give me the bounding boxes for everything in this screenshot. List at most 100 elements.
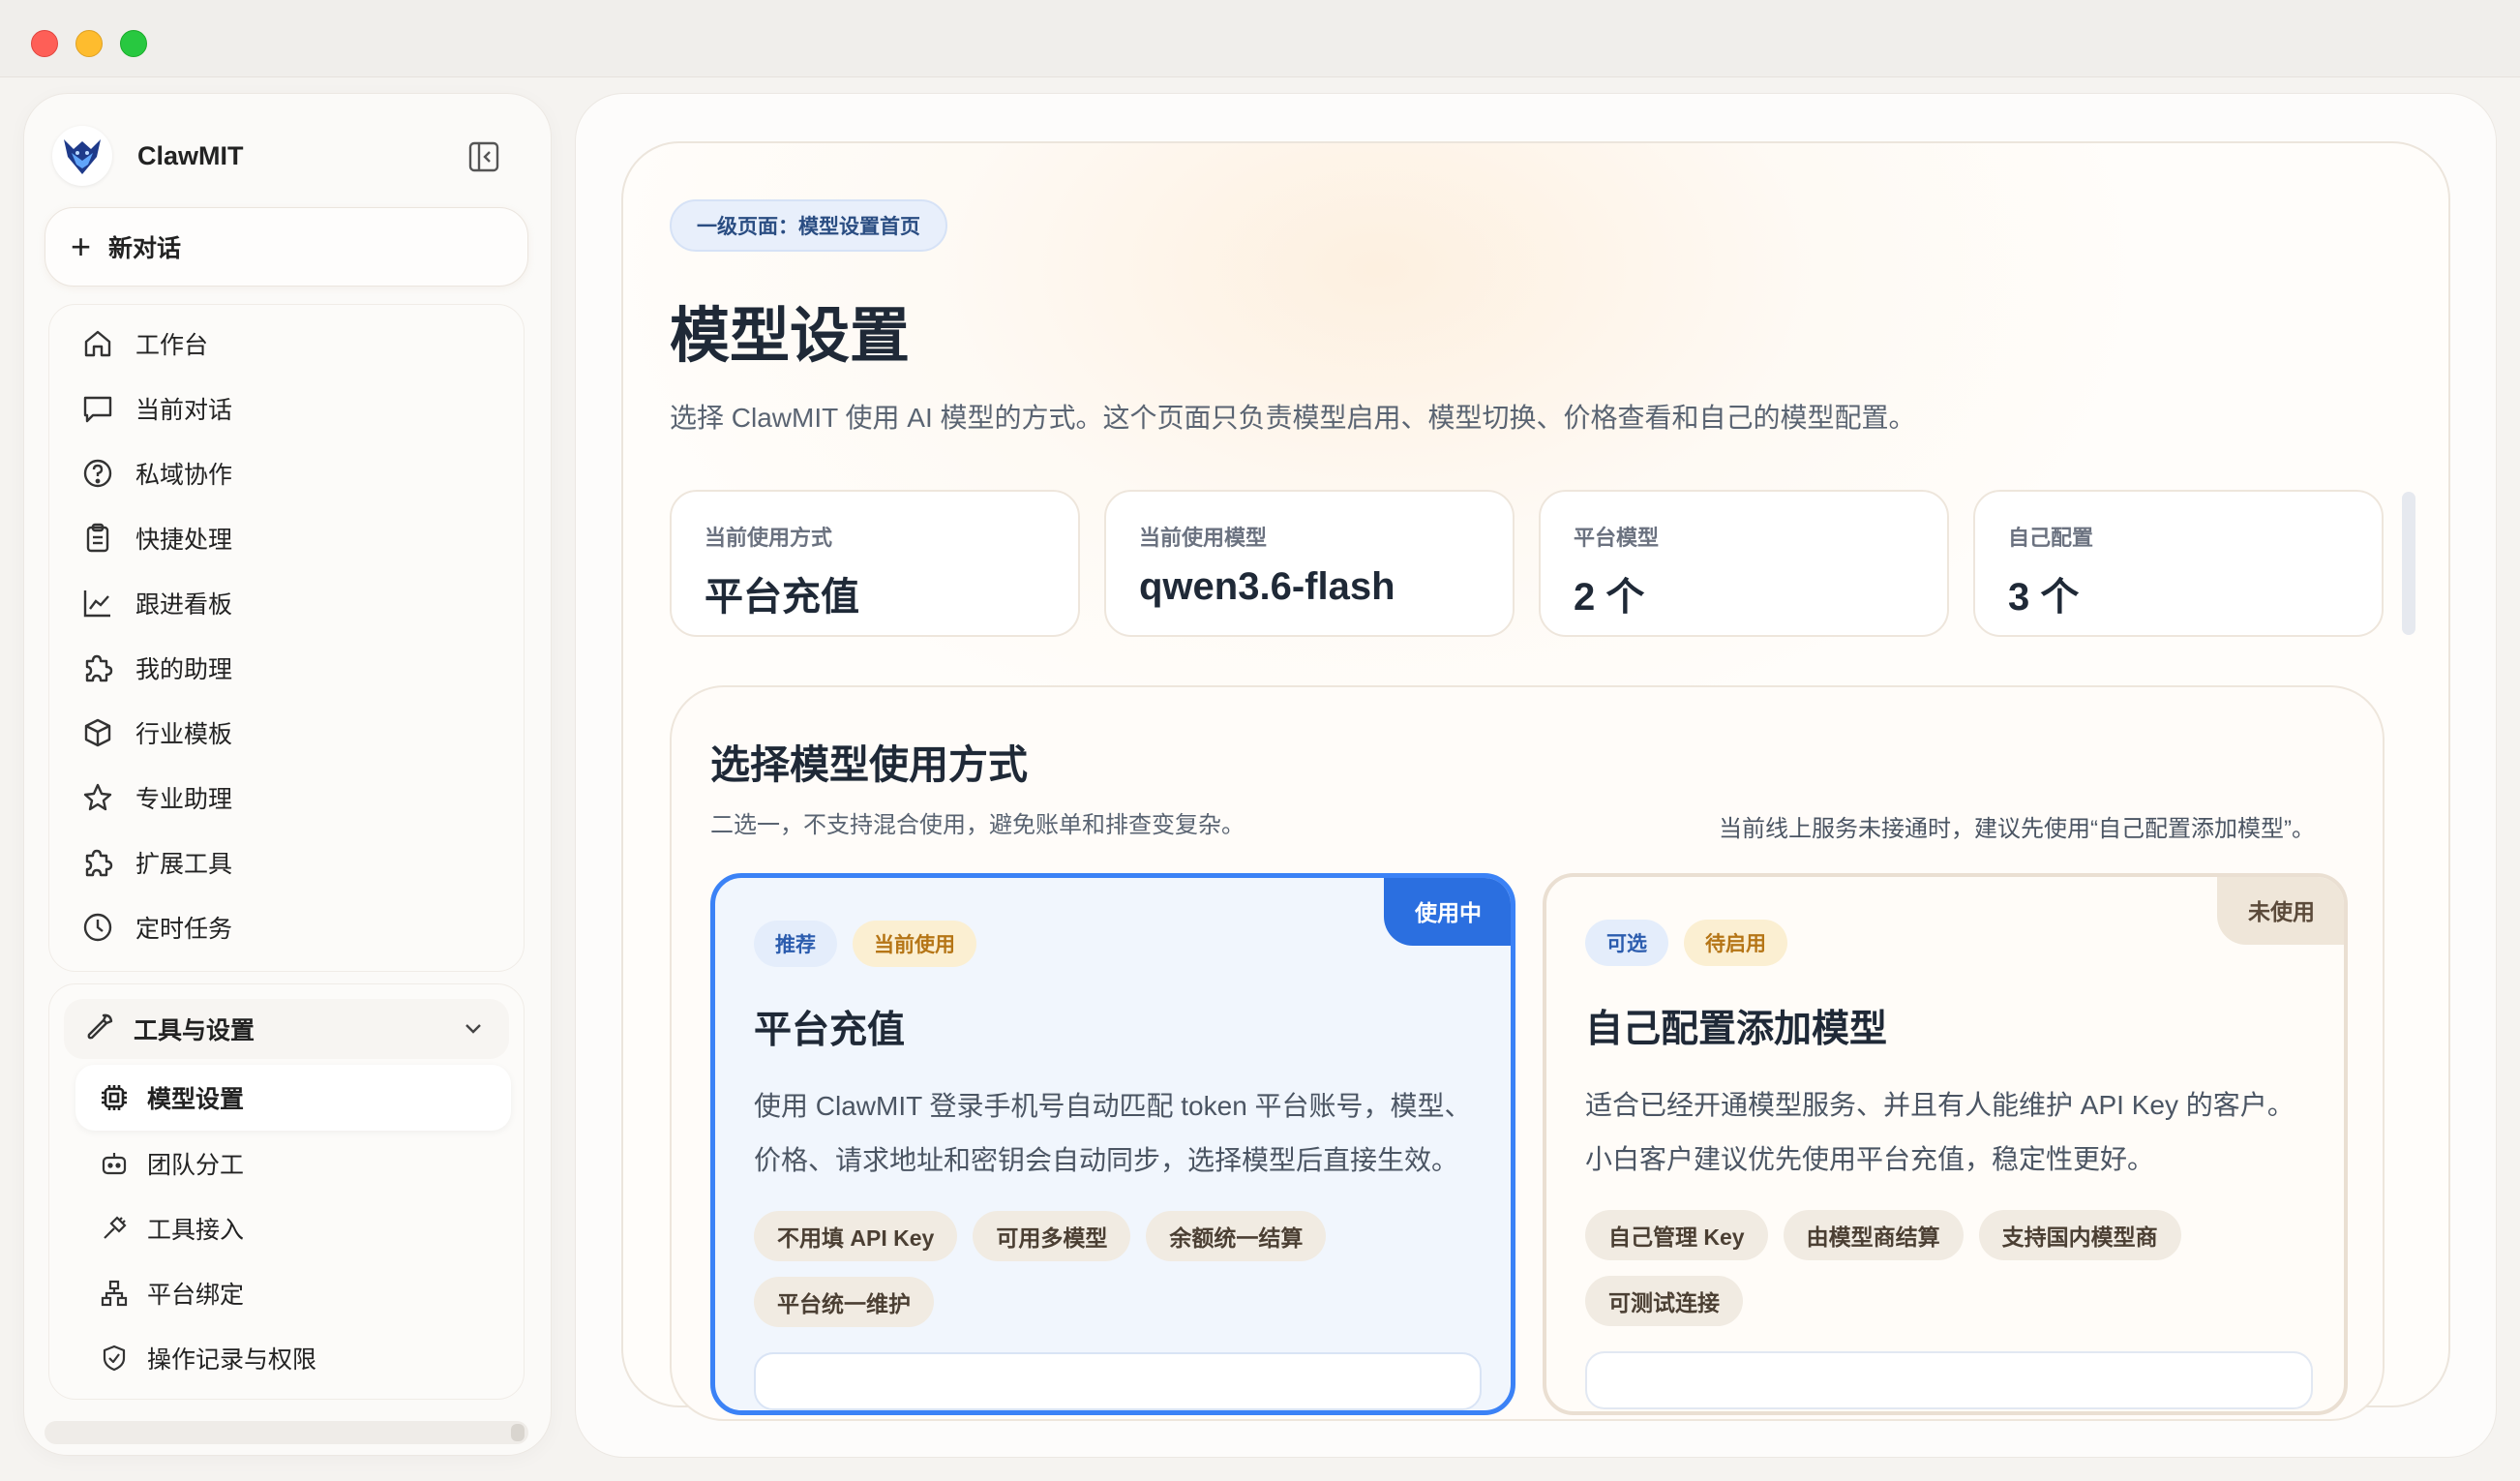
feature-chip: 可测试连接: [1585, 1276, 1743, 1326]
scrollbar-thumb[interactable]: [511, 1424, 525, 1441]
sidebar-item-my-assistant[interactable]: 我的助理: [79, 645, 232, 691]
sidebar-item-pro-assistant[interactable]: 专业助理: [79, 774, 232, 821]
sidebar-item-label: 操作记录与权限: [147, 1346, 317, 1374]
content-scrollbar[interactable]: [2402, 492, 2415, 635]
section-note: 当前线上服务未接通时，建议先使用“自己配置添加模型”。: [1719, 816, 2315, 842]
card-title: 自己配置添加模型: [1585, 1009, 1888, 1050]
card-inner-panel: [1585, 1351, 2313, 1409]
sidebar-item-platform-binding[interactable]: 平台绑定: [97, 1270, 244, 1316]
sidebar-item-private-collab[interactable]: 私域协作: [79, 450, 232, 497]
chevron-down-icon: [459, 1014, 488, 1048]
stat-value: qwen3.6-flash: [1139, 565, 1395, 608]
sidebar-item-label: 工作台: [135, 332, 209, 359]
tools-settings-toggle[interactable]: 工具与设置: [64, 999, 509, 1059]
sidebar-item-scheduled-tasks[interactable]: 定时任务: [79, 904, 232, 951]
sidebar-item-label: 跟进看板: [135, 591, 233, 619]
sidebar-item-current-chat[interactable]: 当前对话: [79, 385, 232, 432]
sidebar-item-workbench[interactable]: 工作台: [79, 320, 208, 367]
minimize-window-button[interactable]: [75, 30, 103, 57]
mode-card-platform-recharge[interactable]: 使用中 推荐 当前使用 平台充值 使用 ClawMIT 登录手机号自动匹配 to…: [710, 873, 1515, 1415]
feature-chip: 平台统一维护: [754, 1277, 934, 1327]
puzzle-icon: [79, 844, 116, 881]
stat-card-current-mode: 当前使用方式 平台充值: [670, 490, 1080, 637]
stat-label: 当前使用方式: [705, 526, 833, 550]
puzzle-icon: [79, 650, 116, 686]
stat-card-own-config: 自己配置 3 个: [1973, 490, 2384, 637]
chart-line-icon: [79, 585, 116, 621]
sidebar-item-label: 私域协作: [135, 462, 233, 489]
new-chat-label: 新对话: [108, 235, 182, 262]
sidebar-item-label: 平台绑定: [147, 1282, 245, 1309]
stat-card-platform-models: 平台模型 2 个: [1539, 490, 1949, 637]
app-name: ClawMIT: [137, 140, 244, 170]
feature-chip: 自己管理 Key: [1585, 1210, 1768, 1260]
page-level-tag: 一级页面：模型设置首页: [670, 199, 947, 252]
sidebar-item-quick-process[interactable]: 快捷处理: [79, 515, 232, 561]
stat-card-current-model: 当前使用模型 qwen3.6-flash: [1104, 490, 1515, 637]
feature-chip: 可用多模型: [973, 1211, 1131, 1261]
feature-chip: 支持国内模型商: [1978, 1210, 2181, 1260]
status-badge: 使用中: [1384, 878, 1511, 946]
sidebar-item-extension-tools[interactable]: 扩展工具: [79, 839, 232, 886]
stat-label: 平台模型: [1574, 526, 1660, 550]
clipboard-icon: [79, 520, 116, 557]
sidebar-item-label: 我的助理: [135, 656, 233, 683]
badge-optional: 可选: [1585, 920, 1668, 966]
badge-recommended: 推荐: [754, 921, 837, 967]
plus-icon: +: [71, 227, 92, 266]
sidebar-item-audit-permissions[interactable]: 操作记录与权限: [97, 1335, 316, 1381]
section-subtitle: 二选一，不支持混合使用，避免账单和排查变复杂。: [710, 812, 1245, 838]
sidebar-collapse-icon[interactable]: [466, 139, 501, 174]
bot-icon: [97, 1146, 132, 1181]
badge-current: 当前使用: [853, 921, 976, 967]
sidebar-item-label: 团队分工: [147, 1152, 245, 1179]
window-titlebar: [0, 0, 2520, 77]
section-title: 选择模型使用方式: [710, 742, 1028, 787]
stat-value: 2 个: [1574, 576, 1645, 619]
sidebar-item-industry-template[interactable]: 行业模板: [79, 710, 232, 756]
wrench-icon: [83, 1011, 116, 1048]
star-icon: [79, 779, 116, 816]
status-badge: 未使用: [2217, 877, 2344, 945]
sidebar-item-tool-access[interactable]: 工具接入: [97, 1205, 244, 1252]
tools-settings-label: 工具与设置: [134, 1017, 255, 1044]
sidebar-item-label: 定时任务: [135, 916, 233, 943]
badge-pending: 待启用: [1684, 920, 1787, 966]
page-description: 选择 ClawMIT 使用 AI 模型的方式。这个页面只负责模型启用、模型切换、…: [670, 403, 1916, 433]
shield-icon: [97, 1341, 132, 1375]
card-title: 平台充值: [754, 1010, 906, 1051]
chip-icon: [97, 1080, 132, 1115]
card-description: 适合已经开通模型服务、并且有人能维护 API Key 的客户。小白客户建议优先使…: [1585, 1090, 2295, 1174]
plug-icon: [97, 1211, 132, 1246]
feature-chip: 不用填 API Key: [754, 1211, 958, 1261]
network-icon: [97, 1276, 132, 1311]
sidebar-scrollbar[interactable]: [45, 1421, 528, 1444]
clock-icon: [79, 909, 116, 946]
sidebar-item-label: 行业模板: [135, 721, 233, 748]
sidebar-item-team-division[interactable]: 团队分工: [97, 1140, 244, 1187]
new-chat-button[interactable]: + 新对话: [45, 207, 528, 287]
app-logo-icon: [52, 126, 112, 186]
stat-value: 3 个: [2008, 576, 2080, 619]
mode-card-own-config[interactable]: 未使用 可选 待启用 自己配置添加模型 适合已经开通模型服务、并且有人能维护 A…: [1543, 873, 2348, 1415]
sidebar-item-followup-board[interactable]: 跟进看板: [79, 580, 232, 626]
home-icon: [79, 325, 116, 362]
card-inner-panel: [754, 1352, 1482, 1410]
brand[interactable]: ClawMIT: [52, 126, 244, 186]
sidebar-item-label: 工具接入: [147, 1217, 245, 1244]
sidebar-item-label: 模型设置: [147, 1086, 245, 1113]
zoom-window-button[interactable]: [120, 30, 147, 57]
sidebar-item-label: 快捷处理: [135, 527, 233, 554]
sidebar-item-label: 当前对话: [135, 397, 233, 424]
sidebar-item-label: 扩展工具: [135, 851, 233, 878]
close-window-button[interactable]: [31, 30, 58, 57]
sidebar-item-model-settings[interactable]: 模型设置: [97, 1074, 244, 1121]
feature-chip: 余额统一结算: [1146, 1211, 1327, 1261]
sidebar-item-label: 专业助理: [135, 786, 233, 813]
help-circle-icon: [79, 455, 116, 492]
stat-label: 自己配置: [2008, 526, 2094, 550]
page-title: 模型设置: [670, 303, 911, 370]
card-description: 使用 ClawMIT 登录手机号自动匹配 token 平台账号，模型、价格、请求…: [754, 1091, 1472, 1175]
feature-chip: 由模型商结算: [1783, 1210, 1964, 1260]
chat-icon: [79, 390, 116, 427]
